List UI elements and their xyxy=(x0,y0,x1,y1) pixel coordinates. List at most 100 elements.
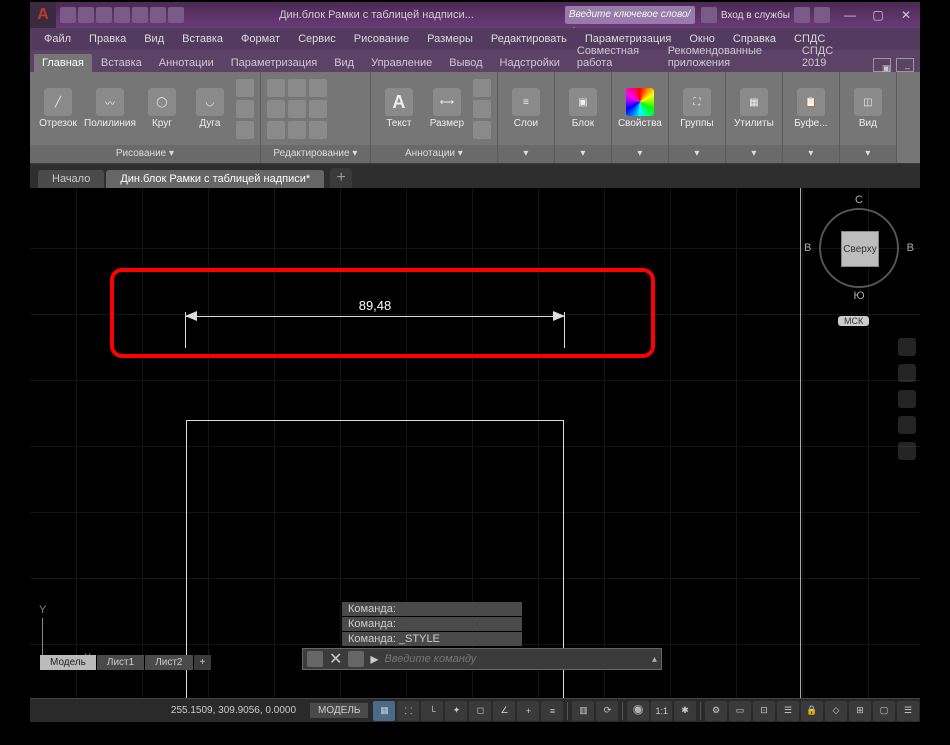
command-input[interactable] xyxy=(384,653,646,665)
nav-zoom-icon[interactable] xyxy=(898,390,916,408)
tool-ellipse-icon[interactable] xyxy=(236,121,254,139)
command-line[interactable]: ✕ ▸ ▴ xyxy=(302,648,662,670)
status-space[interactable]: МОДЕЛЬ xyxy=(310,703,368,718)
qat-open-icon[interactable] xyxy=(78,7,94,23)
tool-dimension[interactable]: ⟷Размер xyxy=(425,88,469,129)
status-qp-icon[interactable]: ☰ xyxy=(777,701,799,721)
menu-modify[interactable]: Редактировать xyxy=(483,31,575,47)
status-lock-icon[interactable]: 🔒 xyxy=(801,701,823,721)
viewcube-north[interactable]: С xyxy=(814,194,904,206)
tool-rect-icon[interactable] xyxy=(236,79,254,97)
viewcube-east[interactable]: В xyxy=(804,242,811,254)
status-ws-icon[interactable]: ⚙ xyxy=(705,701,727,721)
tool-hatch-icon[interactable] xyxy=(236,100,254,118)
menu-service[interactable]: Сервис xyxy=(290,31,344,47)
ribtab-addins[interactable]: Надстройки xyxy=(492,54,568,72)
exchange-icon[interactable] xyxy=(794,7,810,23)
tool-rotate-icon[interactable] xyxy=(288,79,306,97)
ribtab-home[interactable]: Главная xyxy=(34,54,92,72)
app-logo-icon[interactable]: A xyxy=(30,2,56,28)
cmdline-handle-icon[interactable] xyxy=(307,651,323,667)
nav-wheel-icon[interactable] xyxy=(898,338,916,356)
help-icon[interactable] xyxy=(814,7,830,23)
tool-line[interactable]: ╱Отрезок xyxy=(36,88,80,129)
status-grid-icon[interactable]: ▦ xyxy=(373,701,395,721)
menu-format[interactable]: Формат xyxy=(233,31,288,47)
status-ortho-icon[interactable]: └ xyxy=(421,701,443,721)
ribtab-spds[interactable]: СПДС 2019 xyxy=(794,42,853,72)
nav-orbit-icon[interactable] xyxy=(898,416,916,434)
menu-insert[interactable]: Вставка xyxy=(174,31,231,47)
tool-mtext-icon[interactable] xyxy=(473,121,491,139)
cmdline-recent-icon[interactable]: ▴ xyxy=(652,654,657,665)
tool-scale-icon[interactable] xyxy=(288,121,306,139)
doctab-current[interactable]: Дин.блок Рамки с таблицей надписи* xyxy=(106,170,324,188)
signin-icon[interactable] xyxy=(701,7,717,23)
status-polar-icon[interactable]: ✦ xyxy=(445,701,467,721)
menu-dims[interactable]: Размеры xyxy=(419,31,481,47)
minimize-button[interactable]: — xyxy=(836,2,864,28)
menu-view[interactable]: Вид xyxy=(136,31,172,47)
status-cycle-icon[interactable]: ⟳ xyxy=(596,701,618,721)
menu-file[interactable]: Файл xyxy=(36,31,79,47)
status-snap-icon[interactable]: ⸬ xyxy=(397,701,419,721)
menu-edit[interactable]: Правка xyxy=(81,31,134,47)
drawing-canvas[interactable]: 89,48 X Y С Ю В В Сверху МСК Команда: Ко… xyxy=(30,188,920,698)
tool-circle[interactable]: ◯Круг xyxy=(140,88,184,129)
close-button[interactable]: ✕ xyxy=(892,2,920,28)
tool-arc[interactable]: ◡Дуга xyxy=(188,88,232,129)
viewcube-top-face[interactable]: Сверху xyxy=(841,231,879,267)
tool-array-icon[interactable] xyxy=(309,121,327,139)
status-trans-icon[interactable]: ▥ xyxy=(572,701,594,721)
status-coords[interactable]: 255.1509, 309.9056, 0.0000 xyxy=(161,705,306,716)
status-custom-icon[interactable]: ☰ xyxy=(897,701,919,721)
tool-trim-icon[interactable] xyxy=(309,79,327,97)
ribtab-param[interactable]: Параметризация xyxy=(223,54,325,72)
tool-props[interactable]: Свойства xyxy=(618,88,662,129)
tool-mirror-icon[interactable] xyxy=(288,100,306,118)
qat-undo-icon[interactable] xyxy=(150,7,166,23)
status-iso-icon[interactable]: ◇ xyxy=(825,701,847,721)
linear-dimension[interactable]: 89,48 xyxy=(185,304,565,324)
tool-groups[interactable]: ⛶Группы xyxy=(675,88,719,129)
tool-utils[interactable]: ▦Утилиты xyxy=(732,88,776,129)
qat-save-icon[interactable] xyxy=(96,7,112,23)
tool-leader-icon[interactable] xyxy=(473,79,491,97)
tool-fillet-icon[interactable] xyxy=(309,100,327,118)
status-lwt-icon[interactable]: ≡ xyxy=(541,701,563,721)
viewcube-south[interactable]: Ю xyxy=(814,290,904,302)
status-dyn-icon[interactable]: + xyxy=(517,701,539,721)
panel-draw-label[interactable]: Рисование ▾ xyxy=(30,145,260,163)
ribtab-output[interactable]: Вывод xyxy=(441,54,490,72)
qat-plot-icon[interactable] xyxy=(132,7,148,23)
layout-sheet1[interactable]: Лист1 xyxy=(97,655,144,670)
tool-view[interactable]: ◫Вид xyxy=(846,88,890,129)
tool-copy-icon[interactable] xyxy=(267,100,285,118)
viewcube-wcs-label[interactable]: МСК xyxy=(838,316,869,326)
dim-value[interactable]: 89,48 xyxy=(353,298,398,313)
tool-move-icon[interactable] xyxy=(267,79,285,97)
tool-stretch-icon[interactable] xyxy=(267,121,285,139)
layout-add-button[interactable]: + xyxy=(194,655,212,670)
status-units-icon[interactable]: ⊡ xyxy=(753,701,775,721)
tool-text[interactable]: AТекст xyxy=(377,88,421,129)
doctab-add-button[interactable]: + xyxy=(330,168,352,188)
status-clean-icon[interactable]: ▢ xyxy=(873,701,895,721)
panel-annot-label[interactable]: Аннотации ▾ xyxy=(371,145,497,163)
status-osnap-icon[interactable]: ◻ xyxy=(469,701,491,721)
layout-sheet2[interactable]: Лист2 xyxy=(145,655,192,670)
status-scale[interactable]: 1:1 xyxy=(651,701,672,721)
search-box[interactable]: Введите ключевое слово/фразу xyxy=(565,6,695,24)
tool-layers[interactable]: ≡Слои xyxy=(504,88,548,129)
tool-table-icon[interactable] xyxy=(473,100,491,118)
qat-saveas-icon[interactable] xyxy=(114,7,130,23)
status-hw-icon[interactable]: ⊞ xyxy=(849,701,871,721)
panel-modify-label[interactable]: Редактирование ▾ xyxy=(261,145,370,163)
qat-new-icon[interactable] xyxy=(60,7,76,23)
tool-polyline[interactable]: 〰Полилиния xyxy=(84,88,136,129)
nav-pan-icon[interactable] xyxy=(898,364,916,382)
nav-showmotion-icon[interactable] xyxy=(898,442,916,460)
ribtab-collab[interactable]: Совместная работа xyxy=(569,42,659,72)
maximize-button[interactable]: ▢ xyxy=(864,2,892,28)
view-cube[interactable]: С Ю В В Сверху МСК xyxy=(814,198,904,308)
